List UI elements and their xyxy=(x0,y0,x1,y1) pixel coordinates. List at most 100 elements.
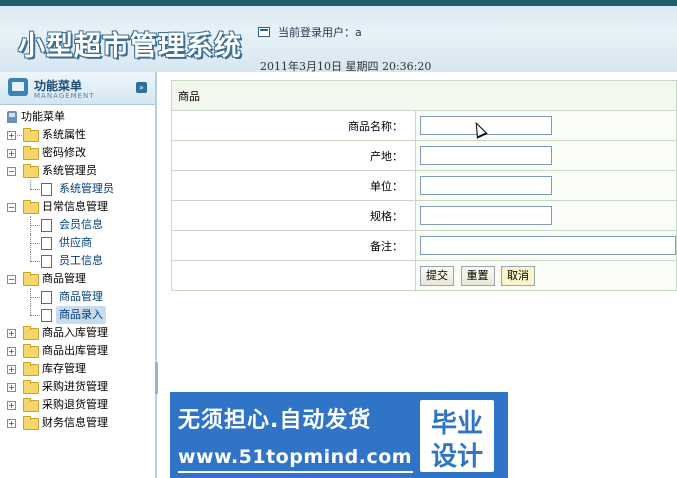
tree-leaf-label: 供应商 xyxy=(59,236,92,249)
open-folder-icon xyxy=(23,164,39,178)
tree-leaf-goods-entry[interactable]: 商品录入 xyxy=(0,306,155,324)
tree-item-finance[interactable]: + 财务信息管理 xyxy=(0,414,155,432)
menu-header: 功能菜单 MANAGEMENT » xyxy=(0,72,155,105)
field-label: 产地： xyxy=(171,140,416,171)
menu-subtitle: MANAGEMENT xyxy=(34,92,95,100)
form-row: 单位： xyxy=(171,170,677,201)
system-title: 小型超市管理系统 xyxy=(18,31,242,62)
tree-leaf-member-info[interactable]: 会员信息 xyxy=(0,216,155,234)
tree-item-label: 密码修改 xyxy=(42,146,86,159)
expand-plus-icon[interactable]: + xyxy=(7,365,16,374)
banner-url: www.51topmind.com xyxy=(178,446,413,468)
tree-item-label: 财务信息管理 xyxy=(42,416,108,429)
expand-plus-icon[interactable]: + xyxy=(7,149,16,158)
cancel-button[interactable]: 取消 xyxy=(501,265,535,286)
reset-button[interactable]: 重置 xyxy=(460,265,495,286)
function-tree: 功能菜单 + 系统属性 + 密码修改 − 系统管理员 系统管理员 − 日常信息管… xyxy=(0,108,155,432)
collapse-minus-icon[interactable]: − xyxy=(7,167,16,176)
tree-leaf-goods-management[interactable]: 商品管理 xyxy=(0,288,155,306)
tree-item-label: 商品管理 xyxy=(42,272,86,285)
tree-root[interactable]: 功能菜单 xyxy=(0,108,155,126)
tree-item-purchase-return[interactable]: + 采购退货管理 xyxy=(0,396,155,414)
tree-item-password-change[interactable]: + 密码修改 xyxy=(0,144,155,162)
tree-item-label: 日常信息管理 xyxy=(42,200,108,213)
document-icon xyxy=(41,309,52,322)
document-icon xyxy=(41,219,52,232)
sidebar-splitter-handle[interactable] xyxy=(155,362,158,394)
current-user-label: 当前登录用户：a xyxy=(278,26,362,39)
expand-plus-icon[interactable]: + xyxy=(7,383,16,392)
tree-item-label: 商品入库管理 xyxy=(42,326,108,339)
tree-root-label: 功能菜单 xyxy=(21,110,65,123)
expand-plus-icon[interactable]: + xyxy=(7,131,16,140)
tree-item-goods-management[interactable]: − 商品管理 xyxy=(0,270,155,288)
tree-item-goods-inbound[interactable]: + 商品入库管理 xyxy=(0,324,155,342)
expand-plus-icon[interactable]: + xyxy=(7,329,16,338)
document-icon xyxy=(41,255,52,268)
banner-main-text: 无须担心.自动发货 xyxy=(178,408,372,433)
folder-icon xyxy=(23,416,39,430)
folder-icon xyxy=(23,380,39,394)
badge-line-1: 毕业 xyxy=(430,409,483,439)
menu-monitor-icon xyxy=(8,78,28,96)
expand-plus-icon[interactable]: + xyxy=(7,401,16,410)
tree-leaf-supplier[interactable]: 供应商 xyxy=(0,234,155,252)
tree-item-system-properties[interactable]: + 系统属性 xyxy=(0,126,155,144)
tree-leaf-system-admin[interactable]: 系统管理员 xyxy=(0,180,155,198)
form-row: 商品名称： xyxy=(171,110,677,141)
tree-item-inventory[interactable]: + 库存管理 xyxy=(0,360,155,378)
form-row: 产地： xyxy=(171,140,677,171)
current-user-info: 当前登录用户：a xyxy=(258,24,362,40)
sidebar: 功能菜单 MANAGEMENT » 功能菜单 + 系统属性 + 密码修改 − 系… xyxy=(0,72,158,478)
document-icon xyxy=(41,183,52,196)
user-window-icon xyxy=(258,27,270,37)
current-datetime: 2011年3月10日 星期四 20:36:20 xyxy=(260,60,432,73)
field-label: 商品名称： xyxy=(171,110,416,141)
field-label: 单位： xyxy=(171,170,416,201)
tree-item-label: 采购进货管理 xyxy=(42,380,108,393)
origin-input[interactable] xyxy=(420,146,552,165)
unit-input[interactable] xyxy=(420,176,552,195)
collapse-minus-icon[interactable]: − xyxy=(7,203,16,212)
tree-leaf-label: 员工信息 xyxy=(59,254,103,267)
tree-item-label: 系统属性 xyxy=(42,128,86,141)
banner-badge: 毕业 设计 xyxy=(420,400,494,472)
tree-leaf-employee-info[interactable]: 员工信息 xyxy=(0,252,155,270)
tree-item-label: 商品出库管理 xyxy=(42,344,108,357)
collapse-chevron-icon[interactable]: » xyxy=(136,82,147,93)
computer-icon xyxy=(7,111,17,123)
open-folder-icon xyxy=(23,272,39,286)
tree-item-label: 库存管理 xyxy=(42,362,86,375)
tree-item-label: 系统管理员 xyxy=(42,164,97,177)
folder-icon xyxy=(23,398,39,412)
spec-input[interactable] xyxy=(420,206,552,225)
tree-leaf-label: 会员信息 xyxy=(59,218,103,231)
remarks-input[interactable] xyxy=(420,236,676,255)
tree-item-system-admin[interactable]: − 系统管理员 xyxy=(0,162,155,180)
expand-plus-icon[interactable]: + xyxy=(7,419,16,428)
document-icon xyxy=(41,237,52,250)
folder-icon xyxy=(23,326,39,340)
expand-plus-icon[interactable]: + xyxy=(7,347,16,356)
tree-item-purchase-in[interactable]: + 采购进货管理 xyxy=(0,378,155,396)
folder-icon xyxy=(23,344,39,358)
collapse-minus-icon[interactable]: − xyxy=(7,275,16,284)
tree-leaf-label: 系统管理员 xyxy=(59,182,114,195)
tree-item-goods-outbound[interactable]: + 商品出库管理 xyxy=(0,342,155,360)
open-folder-icon xyxy=(23,200,39,214)
form-row: 备注： xyxy=(171,230,677,261)
form-button-row: 提交 重置 取消 xyxy=(171,260,677,291)
submit-button[interactable]: 提交 xyxy=(420,265,454,286)
badge-line-2: 设计 xyxy=(430,442,483,472)
folder-icon xyxy=(23,128,39,142)
form-title: 商品 xyxy=(171,80,677,111)
field-label: 备注： xyxy=(171,230,416,261)
goods-form: 商品 商品名称： 产地： 单位： 规格： 备注： 提交 重置 取消 xyxy=(171,80,677,291)
field-label: 规格： xyxy=(171,200,416,231)
app-header: 小型超市管理系统 当前登录用户：a 2011年3月10日 星期四 20:36:2… xyxy=(0,0,677,73)
tree-leaf-label: 商品管理 xyxy=(59,290,103,303)
watermark-banner: 无须担心.自动发货 www.51topmind.com 毕业 设计 xyxy=(170,392,508,478)
main-content: 商品 商品名称： 产地： 单位： 规格： 备注： 提交 重置 取消 xyxy=(171,80,677,291)
folder-icon xyxy=(23,146,39,160)
tree-item-daily-info[interactable]: − 日常信息管理 xyxy=(0,198,155,216)
